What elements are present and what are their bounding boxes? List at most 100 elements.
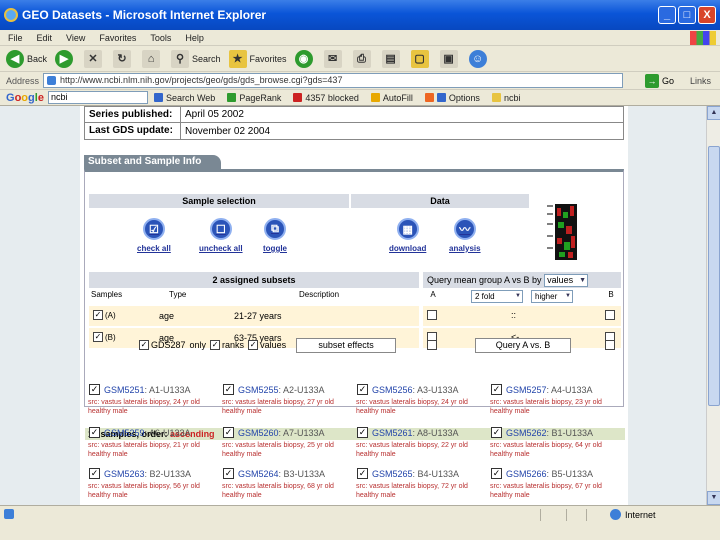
media-button[interactable]: ◉ bbox=[294, 49, 316, 68]
search-icon: ⚲ bbox=[171, 49, 190, 68]
sample-accession-link[interactable]: GSM5262 bbox=[506, 428, 547, 438]
sample-source: src: vastus lateralis biopsy, 24 yr old … bbox=[88, 399, 200, 415]
favorites-button[interactable]: ★ Favorites bbox=[228, 49, 287, 68]
sample-checkbox[interactable]: ✓ bbox=[357, 468, 368, 479]
toggle-button[interactable]: ⧉ toggle bbox=[263, 218, 287, 253]
popup-blocker-button[interactable]: 4357 blocked bbox=[293, 93, 359, 103]
subset-row: ✓ (A) age 21-27 years bbox=[89, 306, 419, 326]
subset-effects-button[interactable]: subset effects bbox=[296, 337, 397, 353]
sample-accession-link[interactable]: GSM5263 bbox=[104, 469, 145, 479]
download-cube-icon: ▦ bbox=[396, 218, 419, 240]
subset-b-checkbox[interactable]: ✓ bbox=[93, 332, 103, 342]
sample-checkbox[interactable]: ✓ bbox=[491, 468, 502, 479]
address-input[interactable]: http://www.ncbi.nlm.nih.gov/projects/geo… bbox=[43, 73, 624, 88]
sample-accession-link[interactable]: GSM5266 bbox=[506, 469, 547, 479]
edit-button[interactable]: ▤ bbox=[381, 49, 403, 68]
search-button[interactable]: ⚲ Search bbox=[171, 49, 221, 68]
sample-accession-link[interactable]: GSM5257 bbox=[506, 385, 547, 395]
pagerank-indicator[interactable]: PageRank bbox=[227, 93, 281, 103]
vertical-scrollbar[interactable]: ▲ ▼ bbox=[706, 106, 720, 505]
cluster-heatmap-thumbnail[interactable] bbox=[545, 202, 615, 262]
sample-checkbox[interactable]: ✓ bbox=[491, 384, 502, 395]
uncheck-all-button[interactable]: ☐ uncheck all bbox=[199, 218, 243, 253]
subset-effects-controls: ✓ GDS287 only ✓ ranks ✓ values subset ef… bbox=[139, 336, 397, 354]
sample-accession-link[interactable]: GSM5255 bbox=[238, 385, 279, 395]
refresh-icon: ↻ bbox=[113, 49, 132, 68]
scrollbar-thumb[interactable] bbox=[708, 146, 720, 406]
sample-accession-link[interactable]: GSM5265 bbox=[372, 469, 413, 479]
menu-tools[interactable]: Tools bbox=[150, 33, 171, 43]
scroll-down-arrow-icon[interactable]: ▼ bbox=[707, 491, 720, 505]
menu-edit[interactable]: Edit bbox=[37, 33, 53, 43]
search-web-icon bbox=[153, 93, 163, 102]
note-icon: ▢ bbox=[410, 49, 429, 68]
google-search-input[interactable]: ncbi bbox=[47, 91, 148, 104]
sample-checkbox[interactable]: ✓ bbox=[89, 468, 100, 479]
query-by-select[interactable]: values bbox=[544, 274, 589, 288]
close-button[interactable]: X bbox=[698, 6, 716, 24]
menu-view[interactable]: View bbox=[66, 33, 85, 43]
links-button[interactable]: Links bbox=[690, 76, 711, 86]
back-button[interactable]: ◀ Back bbox=[6, 49, 47, 68]
query-a-all-checkbox[interactable] bbox=[427, 340, 437, 350]
sample-accession-link[interactable]: GSM5256 bbox=[372, 385, 413, 395]
sample-accession-link[interactable]: GSM5260 bbox=[238, 428, 279, 438]
check-all-button[interactable]: ☑ check all bbox=[137, 218, 171, 253]
download-button[interactable]: ▦ download bbox=[389, 218, 426, 253]
autofill-button[interactable]: AutoFill bbox=[370, 93, 413, 103]
sample-checkbox[interactable]: ✓ bbox=[223, 468, 234, 479]
menu-favorites[interactable]: Favorites bbox=[99, 33, 136, 43]
sample-accession-link[interactable]: GSM5251 bbox=[104, 385, 145, 395]
gds-main: Series published: April 05 2002 Last GDS… bbox=[84, 106, 625, 499]
sample-checkbox[interactable]: ✓ bbox=[89, 427, 100, 438]
query-a-vs-b-button[interactable]: Query A vs. B bbox=[475, 338, 571, 353]
right-margin bbox=[628, 106, 706, 505]
discuss-button[interactable]: ▢ bbox=[410, 49, 432, 68]
analysis-button[interactable]: 〰 analysis bbox=[449, 218, 481, 253]
sample-selection-header: Sample selection bbox=[89, 194, 349, 208]
address-bar: Address http://www.ncbi.nlm.nih.gov/proj… bbox=[0, 72, 720, 90]
query-b-checkbox[interactable] bbox=[605, 310, 615, 320]
sample-accession-link[interactable]: GSM5261 bbox=[372, 428, 413, 438]
print-button[interactable]: ⎙ bbox=[352, 49, 374, 68]
research-button[interactable]: ▣ bbox=[439, 49, 461, 68]
refresh-button[interactable]: ↻ bbox=[113, 49, 134, 68]
minimize-button[interactable]: _ bbox=[658, 6, 676, 24]
fold-select[interactable]: 2 fold bbox=[471, 290, 523, 303]
options-button[interactable]: Options bbox=[424, 93, 480, 103]
pagerank-icon bbox=[227, 93, 237, 102]
print-icon: ⎙ bbox=[352, 49, 371, 68]
sample-checkbox[interactable]: ✓ bbox=[491, 427, 502, 438]
direction-select[interactable]: higher bbox=[531, 290, 573, 303]
mail-button[interactable]: ✉ bbox=[323, 49, 345, 68]
subset-a-checkbox[interactable]: ✓ bbox=[93, 310, 103, 320]
search-web-button[interactable]: Search Web bbox=[153, 93, 215, 103]
ncbi-highlight-button[interactable]: ncbi bbox=[491, 93, 520, 103]
sample-checkbox[interactable]: ✓ bbox=[223, 427, 234, 438]
stop-button[interactable]: ✕ bbox=[84, 49, 105, 68]
go-button[interactable]: → Go bbox=[645, 73, 674, 88]
sample-checkbox[interactable]: ✓ bbox=[89, 384, 100, 395]
sample-checkbox[interactable]: ✓ bbox=[223, 384, 234, 395]
gds-checkbox[interactable]: ✓ bbox=[139, 340, 149, 350]
menu-file[interactable]: File bbox=[8, 33, 23, 43]
sample-accession-link[interactable]: GSM5264 bbox=[238, 469, 279, 479]
ranks-checkbox[interactable]: ✓ bbox=[210, 340, 221, 350]
checkbox-empty-icon: ☐ bbox=[209, 218, 232, 240]
sample-checkbox[interactable]: ✓ bbox=[357, 427, 368, 438]
sample-accession-link[interactable]: GSM5259 bbox=[104, 428, 145, 438]
status-divider bbox=[586, 509, 587, 521]
sample-source: src: vastus lateralis biopsy, 67 yr old … bbox=[490, 483, 602, 499]
query-b-all-checkbox[interactable] bbox=[605, 340, 615, 350]
forward-button[interactable]: ▶ bbox=[55, 49, 76, 68]
maximize-button[interactable]: □ bbox=[678, 6, 696, 24]
menu-help[interactable]: Help bbox=[185, 33, 204, 43]
sample-checkbox[interactable]: ✓ bbox=[357, 384, 368, 395]
home-button[interactable]: ⌂ bbox=[142, 49, 163, 68]
google-logo[interactable]: Google bbox=[6, 92, 44, 104]
values-checkbox[interactable]: ✓ bbox=[248, 340, 259, 350]
sample-label: : A4-U133A bbox=[546, 385, 593, 395]
query-a-checkbox[interactable] bbox=[427, 310, 437, 320]
scroll-up-arrow-icon[interactable]: ▲ bbox=[707, 106, 720, 120]
messenger-button[interactable]: ☺ bbox=[468, 49, 490, 68]
